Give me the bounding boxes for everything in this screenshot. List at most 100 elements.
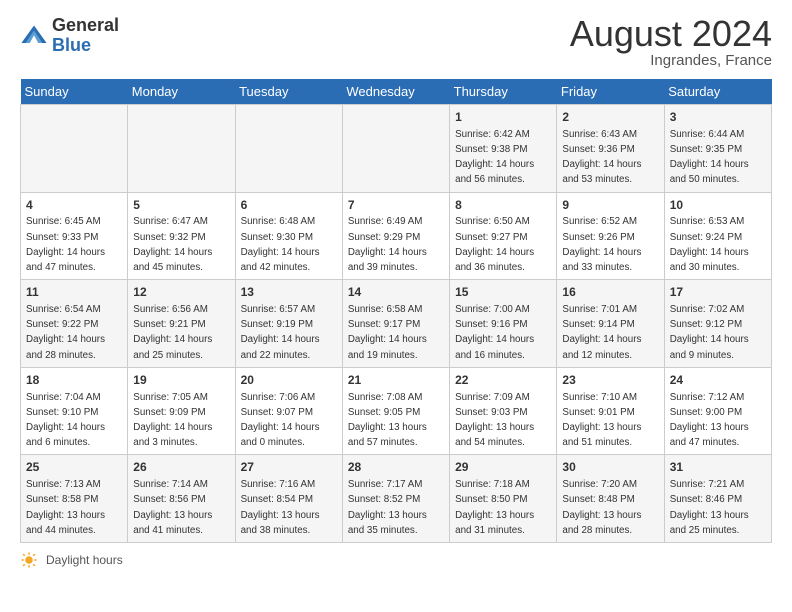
day-number: 2 bbox=[562, 109, 658, 126]
day-number: 6 bbox=[241, 197, 337, 214]
calendar-cell: 17 Sunrise: 7:02 AM Sunset: 9:12 PM Dayli… bbox=[664, 280, 771, 368]
calendar-table: SundayMondayTuesdayWednesdayThursdayFrid… bbox=[20, 79, 772, 543]
day-info: Sunrise: 6:56 AM Sunset: 9:21 PM Dayligh… bbox=[133, 304, 212, 361]
day-info: Sunrise: 7:04 AM Sunset: 9:10 PM Dayligh… bbox=[26, 392, 105, 449]
day-info: Sunrise: 7:01 AM Sunset: 9:14 PM Dayligh… bbox=[562, 304, 641, 361]
weekday-header-sunday: Sunday bbox=[21, 79, 128, 105]
title-block: August 2024 Ingrandes, France bbox=[570, 16, 772, 69]
calendar-cell: 23 Sunrise: 7:10 AM Sunset: 9:01 PM Dayli… bbox=[557, 367, 664, 455]
day-info: Sunrise: 7:02 AM Sunset: 9:12 PM Dayligh… bbox=[670, 304, 749, 361]
weekday-header-thursday: Thursday bbox=[450, 79, 557, 105]
daylight-label: Daylight hours bbox=[46, 553, 123, 567]
day-number: 19 bbox=[133, 372, 229, 389]
day-number: 9 bbox=[562, 197, 658, 214]
calendar-cell: 20 Sunrise: 7:06 AM Sunset: 9:07 PM Dayli… bbox=[235, 367, 342, 455]
day-info: Sunrise: 7:20 AM Sunset: 8:48 PM Dayligh… bbox=[562, 479, 641, 536]
calendar-cell: 5 Sunrise: 6:47 AM Sunset: 9:32 PM Daylig… bbox=[128, 192, 235, 280]
weekday-header-monday: Monday bbox=[128, 79, 235, 105]
day-info: Sunrise: 6:42 AM Sunset: 9:38 PM Dayligh… bbox=[455, 129, 534, 186]
calendar-cell: 25 Sunrise: 7:13 AM Sunset: 8:58 PM Dayli… bbox=[21, 455, 128, 543]
day-number: 22 bbox=[455, 372, 551, 389]
weekday-header-wednesday: Wednesday bbox=[342, 79, 449, 105]
calendar-cell: 27 Sunrise: 7:16 AM Sunset: 8:54 PM Dayli… bbox=[235, 455, 342, 543]
weekday-header-saturday: Saturday bbox=[664, 79, 771, 105]
calendar-week-1: 1 Sunrise: 6:42 AM Sunset: 9:38 PM Daylig… bbox=[21, 105, 772, 193]
weekday-header-tuesday: Tuesday bbox=[235, 79, 342, 105]
day-info: Sunrise: 6:50 AM Sunset: 9:27 PM Dayligh… bbox=[455, 216, 534, 273]
day-info: Sunrise: 6:49 AM Sunset: 9:29 PM Dayligh… bbox=[348, 216, 427, 273]
logo-text: General Blue bbox=[52, 16, 119, 56]
calendar-cell: 11Sunrise: 6:54 AM Sunset: 9:22 PM Dayli… bbox=[21, 280, 128, 368]
day-number: 26 bbox=[133, 459, 229, 476]
day-number: 31 bbox=[670, 459, 766, 476]
calendar-cell: 13 Sunrise: 6:57 AM Sunset: 9:19 PM Dayli… bbox=[235, 280, 342, 368]
day-number: 1 bbox=[455, 109, 551, 126]
calendar-week-3: 11Sunrise: 6:54 AM Sunset: 9:22 PM Dayli… bbox=[21, 280, 772, 368]
day-info: Sunrise: 7:00 AM Sunset: 9:16 PM Dayligh… bbox=[455, 304, 534, 361]
day-number: 29 bbox=[455, 459, 551, 476]
calendar-cell bbox=[128, 105, 235, 193]
weekday-header-row: SundayMondayTuesdayWednesdayThursdayFrid… bbox=[21, 79, 772, 105]
day-number: 10 bbox=[670, 197, 766, 214]
day-number: 5 bbox=[133, 197, 229, 214]
sun-icon bbox=[20, 551, 38, 569]
month-title: August 2024 bbox=[570, 16, 772, 52]
day-number: 17 bbox=[670, 284, 766, 301]
day-info: Sunrise: 7:21 AM Sunset: 8:46 PM Dayligh… bbox=[670, 479, 749, 536]
day-info: Sunrise: 7:13 AM Sunset: 8:58 PM Dayligh… bbox=[26, 479, 105, 536]
day-info: Sunrise: 6:57 AM Sunset: 9:19 PM Dayligh… bbox=[241, 304, 320, 361]
logo: General Blue bbox=[20, 16, 119, 56]
calendar-cell bbox=[21, 105, 128, 193]
calendar-cell: 7 Sunrise: 6:49 AM Sunset: 9:29 PM Daylig… bbox=[342, 192, 449, 280]
day-number: 24 bbox=[670, 372, 766, 389]
day-number: 28 bbox=[348, 459, 444, 476]
day-info: Sunrise: 7:12 AM Sunset: 9:00 PM Dayligh… bbox=[670, 392, 749, 449]
day-info: Sunrise: 7:16 AM Sunset: 8:54 PM Dayligh… bbox=[241, 479, 320, 536]
day-info: Sunrise: 6:58 AM Sunset: 9:17 PM Dayligh… bbox=[348, 304, 427, 361]
day-info: Sunrise: 6:45 AM Sunset: 9:33 PM Dayligh… bbox=[26, 216, 105, 273]
day-number: 23 bbox=[562, 372, 658, 389]
calendar-cell: 16Sunrise: 7:01 AM Sunset: 9:14 PM Dayli… bbox=[557, 280, 664, 368]
calendar-cell: 24 Sunrise: 7:12 AM Sunset: 9:00 PM Dayli… bbox=[664, 367, 771, 455]
day-info: Sunrise: 6:48 AM Sunset: 9:30 PM Dayligh… bbox=[241, 216, 320, 273]
day-info: Sunrise: 6:43 AM Sunset: 9:36 PM Dayligh… bbox=[562, 129, 641, 186]
calendar-cell: 19 Sunrise: 7:05 AM Sunset: 9:09 PM Dayli… bbox=[128, 367, 235, 455]
calendar-cell: 2 Sunrise: 6:43 AM Sunset: 9:36 PM Daylig… bbox=[557, 105, 664, 193]
header: General Blue August 2024 Ingrandes, Fran… bbox=[20, 16, 772, 69]
day-number: 4 bbox=[26, 197, 122, 214]
calendar-cell: 21Sunrise: 7:08 AM Sunset: 9:05 PM Dayli… bbox=[342, 367, 449, 455]
logo-icon bbox=[20, 22, 48, 50]
calendar-cell: 9Sunrise: 6:52 AM Sunset: 9:26 PM Daylig… bbox=[557, 192, 664, 280]
calendar-cell: 18 Sunrise: 7:04 AM Sunset: 9:10 PM Dayli… bbox=[21, 367, 128, 455]
day-info: Sunrise: 7:05 AM Sunset: 9:09 PM Dayligh… bbox=[133, 392, 212, 449]
calendar-header: SundayMondayTuesdayWednesdayThursdayFrid… bbox=[21, 79, 772, 105]
day-number: 8 bbox=[455, 197, 551, 214]
day-number: 27 bbox=[241, 459, 337, 476]
day-info: Sunrise: 7:14 AM Sunset: 8:56 PM Dayligh… bbox=[133, 479, 212, 536]
day-info: Sunrise: 7:10 AM Sunset: 9:01 PM Dayligh… bbox=[562, 392, 641, 449]
calendar-cell: 22 Sunrise: 7:09 AM Sunset: 9:03 PM Dayli… bbox=[450, 367, 557, 455]
day-info: Sunrise: 7:06 AM Sunset: 9:07 PM Dayligh… bbox=[241, 392, 320, 449]
calendar-week-2: 4 Sunrise: 6:45 AM Sunset: 9:33 PM Daylig… bbox=[21, 192, 772, 280]
calendar-cell: 3Sunrise: 6:44 AM Sunset: 9:35 PM Daylig… bbox=[664, 105, 771, 193]
calendar-cell: 31 Sunrise: 7:21 AM Sunset: 8:46 PM Dayli… bbox=[664, 455, 771, 543]
day-info: Sunrise: 7:09 AM Sunset: 9:03 PM Dayligh… bbox=[455, 392, 534, 449]
day-number: 12 bbox=[133, 284, 229, 301]
day-info: Sunrise: 6:44 AM Sunset: 9:35 PM Dayligh… bbox=[670, 129, 749, 186]
day-number: 14 bbox=[348, 284, 444, 301]
day-info: Sunrise: 6:47 AM Sunset: 9:32 PM Dayligh… bbox=[133, 216, 212, 273]
calendar-cell: 29Sunrise: 7:18 AM Sunset: 8:50 PM Dayli… bbox=[450, 455, 557, 543]
day-number: 25 bbox=[26, 459, 122, 476]
footer: Daylight hours bbox=[20, 551, 772, 569]
logo-blue-text: Blue bbox=[52, 35, 91, 55]
calendar-cell: 26 Sunrise: 7:14 AM Sunset: 8:56 PM Dayli… bbox=[128, 455, 235, 543]
day-number: 7 bbox=[348, 197, 444, 214]
calendar-cell: 12 Sunrise: 6:56 AM Sunset: 9:21 PM Dayli… bbox=[128, 280, 235, 368]
calendar-cell: 28Sunrise: 7:17 AM Sunset: 8:52 PM Dayli… bbox=[342, 455, 449, 543]
calendar-cell bbox=[342, 105, 449, 193]
calendar-cell: 8 Sunrise: 6:50 AM Sunset: 9:27 PM Daylig… bbox=[450, 192, 557, 280]
calendar-cell bbox=[235, 105, 342, 193]
day-number: 18 bbox=[26, 372, 122, 389]
day-number: 20 bbox=[241, 372, 337, 389]
day-number: 13 bbox=[241, 284, 337, 301]
